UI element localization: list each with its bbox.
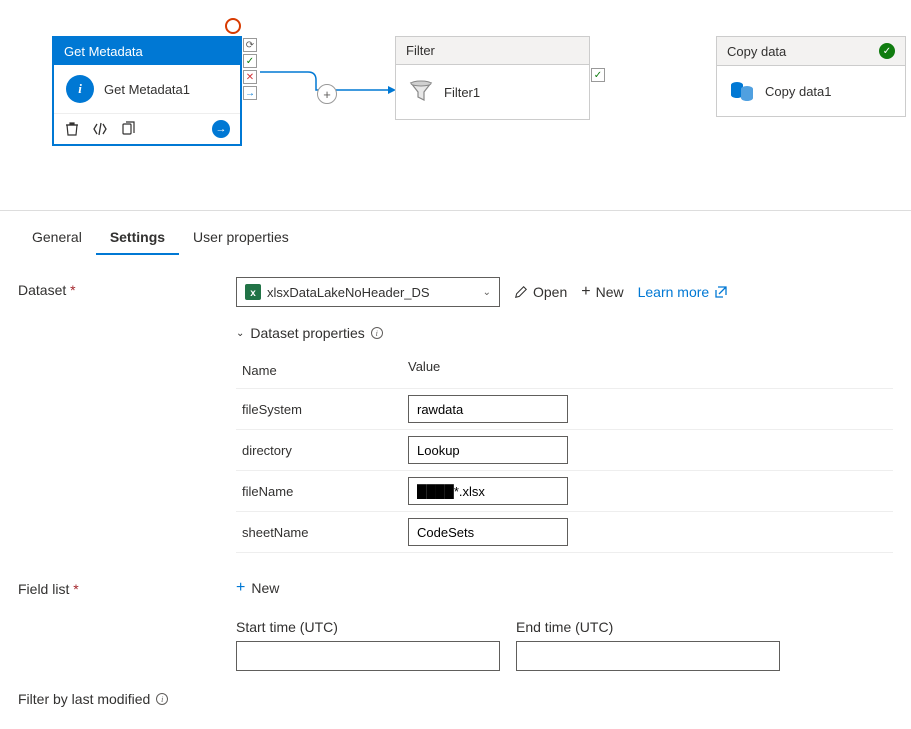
prop-value-input[interactable] xyxy=(408,518,568,546)
prop-value-input[interactable] xyxy=(408,395,568,423)
start-time-label: Start time (UTC) xyxy=(236,619,500,635)
copy-icon[interactable] xyxy=(120,121,136,137)
svg-text:x: x xyxy=(250,288,256,299)
dataset-label: Dataset * xyxy=(18,277,236,298)
table-row: fileName xyxy=(236,470,893,511)
end-time-label: End time (UTC) xyxy=(516,619,780,635)
excel-icon: x xyxy=(245,284,261,300)
database-copy-icon xyxy=(729,80,755,102)
port-completion[interactable]: ⟳ xyxy=(243,38,257,52)
prop-name: fileSystem xyxy=(236,398,408,421)
prop-name: sheetName xyxy=(236,521,408,544)
dataset-properties-toggle[interactable]: ⌄ Dataset properties i xyxy=(236,325,893,341)
activity-name: Filter1 xyxy=(444,85,480,100)
funnel-icon xyxy=(408,79,434,105)
start-time-input[interactable] xyxy=(236,641,500,671)
table-row: directory xyxy=(236,429,893,470)
tab-settings[interactable]: Settings xyxy=(96,221,179,255)
dataset-properties-table: Name Value fileSystem directory fileName… xyxy=(236,353,893,553)
port-skip[interactable]: → xyxy=(243,86,257,100)
activity-filter[interactable]: Filter Filter1 xyxy=(395,36,590,120)
plus-icon: + xyxy=(581,284,590,300)
code-icon[interactable] xyxy=(92,121,108,137)
activity-get-metadata[interactable]: Get Metadata i Get Metadata1 → xyxy=(52,36,242,146)
add-activity-button[interactable]: + xyxy=(317,84,337,104)
activity-title: Copy data xyxy=(727,44,786,59)
port-failure[interactable]: ✕ xyxy=(243,70,257,84)
learn-more-link[interactable]: Learn more xyxy=(638,284,729,300)
chevron-down-icon: ⌄ xyxy=(236,328,244,339)
info-icon[interactable]: i xyxy=(156,693,168,705)
prop-value-input[interactable] xyxy=(408,477,568,505)
dataset-value: xlsxDataLakeNoHeader_DS xyxy=(267,285,483,300)
chevron-down-icon: ⌄ xyxy=(483,287,491,298)
activity-title: Filter xyxy=(396,37,589,65)
expand-icon[interactable]: → xyxy=(212,120,230,138)
pipeline-canvas[interactable]: Get Metadata i Get Metadata1 → ⟳ ✓ ✕ → +… xyxy=(0,0,911,200)
new-dataset-button[interactable]: + New xyxy=(581,284,623,300)
tab-general[interactable]: General xyxy=(18,221,96,255)
activity-name: Get Metadata1 xyxy=(104,82,190,97)
prop-name: fileName xyxy=(236,480,408,503)
port-success[interactable]: ✓ xyxy=(243,54,257,68)
end-time-input[interactable] xyxy=(516,641,780,671)
settings-panel: Dataset * x xlsxDataLakeNoHeader_DS ⌄ Op… xyxy=(0,255,911,729)
activity-title: Get Metadata xyxy=(54,38,240,65)
table-row: sheetName xyxy=(236,511,893,553)
tab-user-properties[interactable]: User properties xyxy=(179,221,303,255)
success-badge-icon: ✓ xyxy=(879,43,895,59)
output-ports: ⟳ ✓ ✕ → xyxy=(243,38,257,100)
col-value-header: Value xyxy=(408,359,440,382)
filter-by-last-modified-label: Filter by last modified xyxy=(18,691,150,707)
activity-name: Copy data1 xyxy=(765,84,832,99)
field-list-label: Field list * xyxy=(18,579,236,597)
plus-icon: + xyxy=(236,579,245,597)
info-icon[interactable]: i xyxy=(371,327,383,339)
open-dataset-button[interactable]: Open xyxy=(514,284,567,300)
activity-copy-data[interactable]: Copy data ✓ Copy data1 xyxy=(716,36,906,117)
port-success[interactable]: ✓ xyxy=(591,68,605,82)
prop-value-input[interactable] xyxy=(408,436,568,464)
col-name-header: Name xyxy=(236,359,408,382)
pencil-icon xyxy=(514,285,528,299)
dataset-dropdown[interactable]: x xlsxDataLakeNoHeader_DS ⌄ xyxy=(236,277,500,307)
property-tabs: General Settings User properties xyxy=(0,211,911,255)
table-row: fileSystem xyxy=(236,388,893,429)
delete-icon[interactable] xyxy=(64,121,80,137)
breakpoint-indicator xyxy=(225,18,241,34)
external-link-icon xyxy=(714,285,728,299)
info-icon: i xyxy=(66,75,94,103)
prop-name: directory xyxy=(236,439,408,462)
new-field-button[interactable]: + New xyxy=(236,579,279,597)
